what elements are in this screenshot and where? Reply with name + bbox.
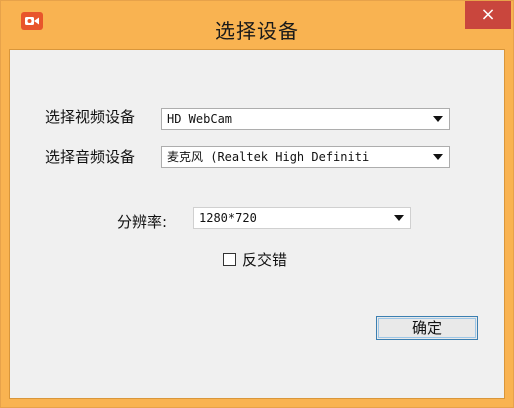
dialog-content: 选择视频设备 HD WebCam 选择音频设备 麦克风 (Realtek Hig… — [9, 49, 505, 399]
audio-device-label: 选择音频设备 — [45, 148, 136, 166]
chevron-down-icon — [394, 215, 404, 221]
title-bar[interactable]: 选择设备 × — [1, 1, 513, 49]
audio-device-select[interactable]: 麦克风 (Realtek High Definiti — [161, 146, 450, 168]
close-button[interactable]: × — [465, 1, 511, 29]
resolution-value: 1280*720 — [199, 211, 257, 225]
chevron-down-icon — [433, 116, 443, 122]
video-device-select[interactable]: HD WebCam — [161, 108, 450, 130]
deinterlace-checkbox[interactable] — [223, 253, 236, 266]
audio-device-value: 麦克风 (Realtek High Definiti — [167, 150, 370, 164]
dialog-window: 选择设备 × 选择视频设备 HD WebCam 选择音频设备 麦克风 (Real… — [0, 0, 514, 408]
deinterlace-label[interactable]: 反交错 — [242, 249, 287, 270]
resolution-select[interactable]: 1280*720 — [193, 207, 411, 229]
window-title: 选择设备 — [215, 19, 299, 43]
chevron-down-icon — [433, 154, 443, 160]
ok-button[interactable]: 确定 — [376, 316, 478, 340]
video-device-label: 选择视频设备 — [45, 108, 136, 126]
video-device-value: HD WebCam — [167, 112, 233, 126]
resolution-label: 分辨率: — [117, 213, 168, 231]
